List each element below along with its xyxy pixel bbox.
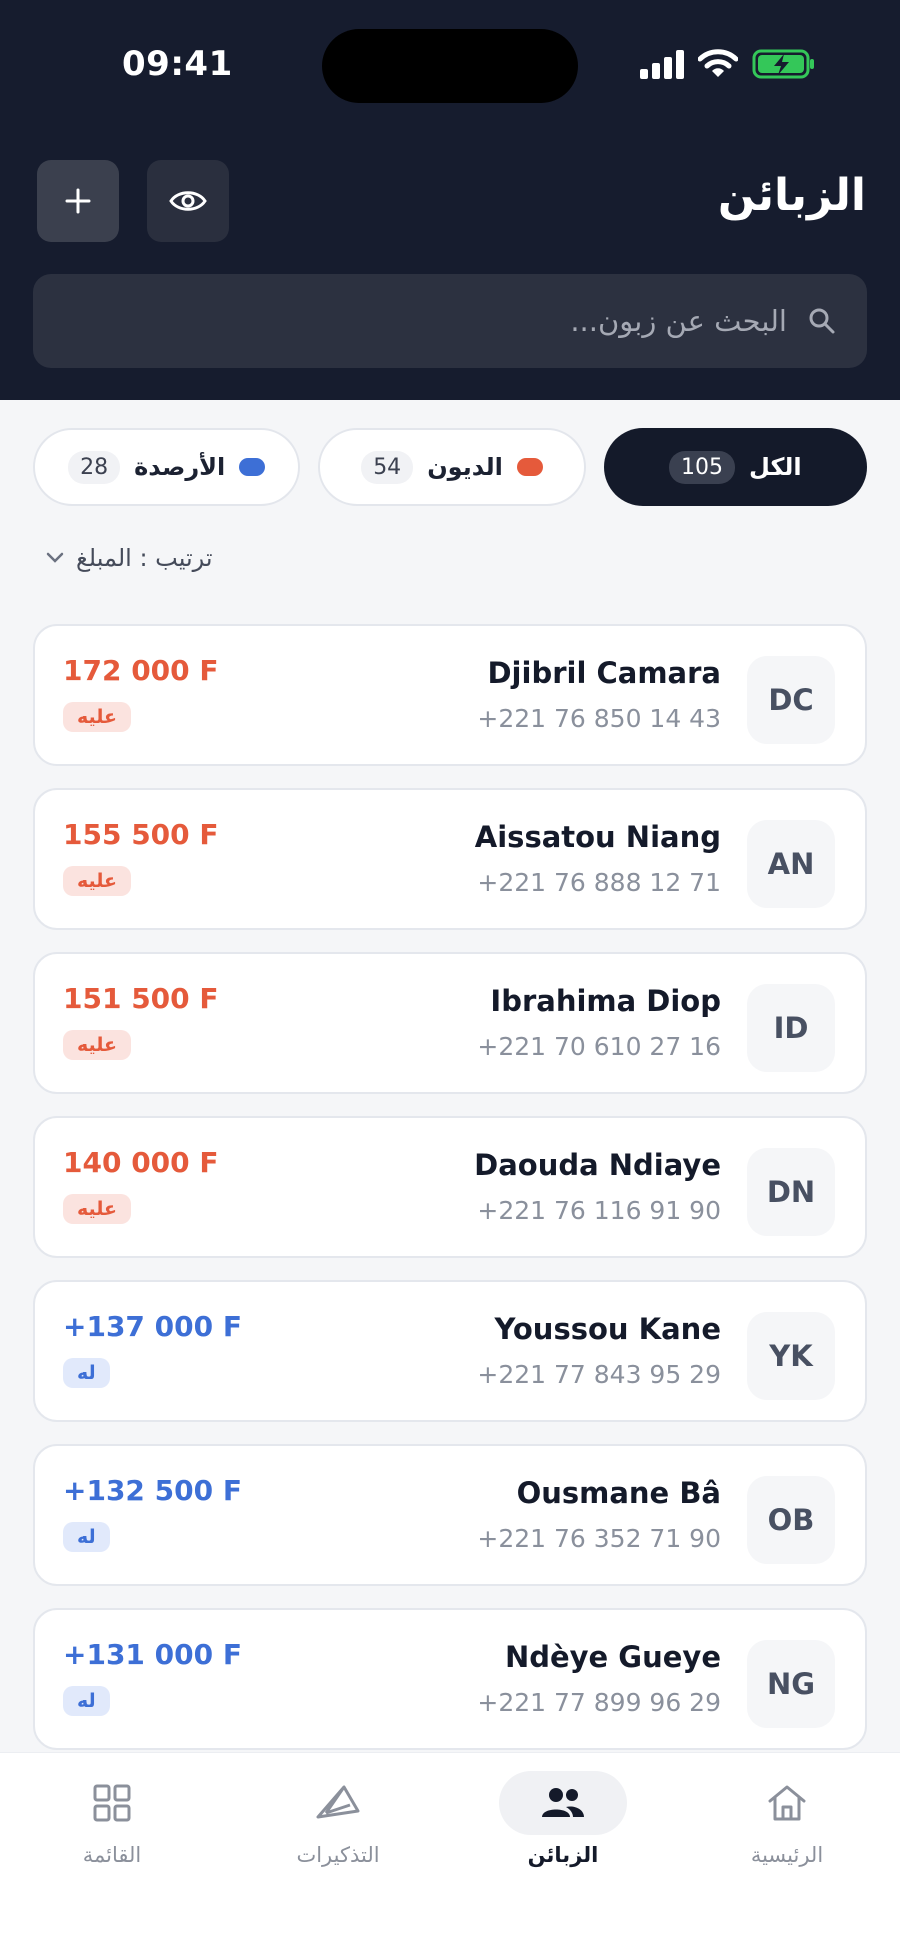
- customer-card[interactable]: DN Daouda Ndiaye +221 76 116 91 90 140 0…: [33, 1116, 867, 1258]
- avatar: NG: [747, 1640, 835, 1728]
- tab-home[interactable]: الرئيسية: [702, 1771, 872, 1867]
- filter-tabs: الكل 105 الديون 54 الأرصدة 28: [33, 428, 867, 506]
- customer-card[interactable]: AN Aissatou Niang +221 76 888 12 71 155 …: [33, 788, 867, 930]
- avatar: ID: [747, 984, 835, 1072]
- customer-list: DC Djibril Camara +221 76 850 14 43 172 …: [33, 624, 867, 1772]
- debt-dot-icon: [516, 458, 543, 476]
- filter-all[interactable]: الكل 105: [603, 428, 867, 506]
- status-badge: له: [63, 1522, 110, 1552]
- customer-name: Daouda Ndiaye: [474, 1148, 721, 1182]
- customer-amount: 151 500 F: [63, 982, 219, 1015]
- tab-menu-label: القائمة: [82, 1843, 142, 1867]
- avatar: OB: [747, 1476, 835, 1564]
- sort-label: ترتيب : المبلغ: [76, 544, 213, 572]
- status-badge: عليه: [63, 866, 132, 896]
- customer-amount: +137 000 F: [63, 1310, 242, 1343]
- filter-all-count: 105: [669, 450, 736, 484]
- status-icons: [640, 48, 816, 80]
- avatar: DN: [747, 1148, 835, 1236]
- customer-phone: +221 76 888 12 71: [477, 868, 721, 897]
- filter-debts-count: 54: [361, 450, 414, 484]
- filter-balances-count: 28: [68, 450, 121, 484]
- customer-phone: +221 77 899 96 29: [477, 1688, 721, 1717]
- send-icon: [316, 1785, 360, 1819]
- home-icon: [768, 1785, 806, 1821]
- tab-reminders[interactable]: التذكيرات: [253, 1771, 423, 1867]
- status-time: 09:41: [122, 44, 233, 84]
- balance-dot-icon: [239, 458, 266, 476]
- plus-icon: [65, 188, 91, 214]
- customer-name: Youssou Kane: [494, 1312, 721, 1346]
- customer-card[interactable]: DC Djibril Camara +221 76 850 14 43 172 …: [33, 624, 867, 766]
- add-customer-button[interactable]: [37, 160, 119, 242]
- customer-phone: +221 77 843 95 29: [477, 1360, 721, 1389]
- status-badge: له: [63, 1358, 110, 1388]
- customer-name: Aissatou Niang: [474, 820, 721, 854]
- header: 09:41 الزبائن: [0, 0, 900, 400]
- customer-phone: +221 76 116 91 90: [477, 1196, 721, 1225]
- customer-name: Ousmane Bâ: [516, 1476, 721, 1510]
- customer-card[interactable]: YK Youssou Kane +221 77 843 95 29 +137 0…: [33, 1280, 867, 1422]
- customer-card[interactable]: OB Ousmane Bâ +221 76 352 71 90 +132 500…: [33, 1444, 867, 1586]
- customer-amount: 140 000 F: [63, 1146, 219, 1179]
- dynamic-island: [322, 29, 578, 103]
- tab-customers-label: الزبائن: [527, 1843, 599, 1867]
- wifi-icon: [698, 49, 738, 77]
- customer-name: Djibril Camara: [487, 656, 721, 690]
- status-badge: عليه: [63, 1194, 132, 1224]
- avatar: DC: [747, 656, 835, 744]
- filter-debts-label: الديون: [427, 453, 503, 481]
- avatar: YK: [747, 1312, 835, 1400]
- filter-debts[interactable]: الديون 54: [318, 428, 586, 506]
- customer-name: Ibrahima Diop: [490, 984, 721, 1018]
- signal-icon: [640, 49, 684, 79]
- customer-phone: +221 76 850 14 43: [477, 704, 721, 733]
- filter-balances[interactable]: الأرصدة 28: [33, 428, 301, 506]
- filter-all-label: الكل: [749, 453, 802, 481]
- customer-card[interactable]: NG Ndèye Gueye +221 77 899 96 29 +131 00…: [33, 1608, 867, 1750]
- bottom-tab-bar: الرئيسية الزبائن التذكيرات القائمة: [0, 1752, 900, 1955]
- search-input[interactable]: [187, 304, 787, 338]
- tab-menu[interactable]: القائمة: [27, 1771, 197, 1867]
- customer-phone: +221 70 610 27 16: [477, 1032, 721, 1061]
- tab-reminders-label: التذكيرات: [296, 1843, 380, 1867]
- customer-amount: +131 000 F: [63, 1638, 242, 1671]
- customer-amount: 172 000 F: [63, 654, 219, 687]
- search-icon: [809, 308, 835, 334]
- status-badge: له: [63, 1686, 110, 1716]
- sort-dropdown[interactable]: ترتيب : المبلغ: [46, 544, 213, 572]
- battery-charging-icon: [752, 49, 814, 79]
- customer-phone: +221 76 352 71 90: [477, 1524, 721, 1553]
- filter-balances-label: الأرصدة: [134, 453, 226, 481]
- customer-name: Ndèye Gueye: [504, 1640, 721, 1674]
- tab-customers[interactable]: الزبائن: [478, 1771, 648, 1867]
- customer-amount: 155 500 F: [63, 818, 219, 851]
- customer-card[interactable]: ID Ibrahima Diop +221 70 610 27 16 151 5…: [33, 952, 867, 1094]
- search-bar[interactable]: [33, 274, 867, 368]
- avatar: AN: [747, 820, 835, 908]
- chevron-down-icon: [46, 552, 64, 563]
- grid-icon: [93, 1784, 131, 1822]
- customer-amount: +132 500 F: [63, 1474, 242, 1507]
- tab-home-label: الرئيسية: [750, 1843, 824, 1867]
- page-title: الزبائن: [717, 170, 866, 221]
- status-badge: عليه: [63, 702, 132, 732]
- toggle-visibility-button[interactable]: [147, 160, 229, 242]
- status-badge: عليه: [63, 1030, 132, 1060]
- eye-icon: [169, 191, 207, 211]
- users-icon: [542, 1788, 584, 1817]
